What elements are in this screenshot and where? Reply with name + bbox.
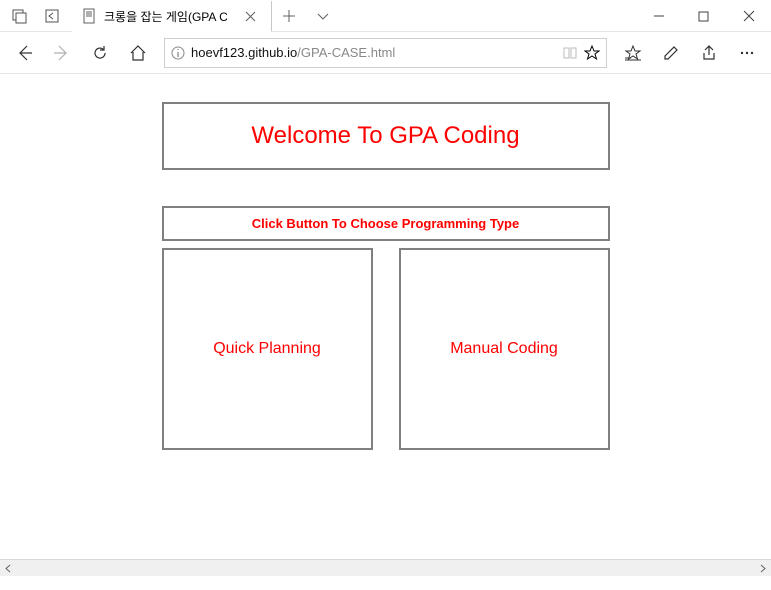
forward-button[interactable]	[44, 35, 80, 71]
page-title: Welcome To GPA Coding	[172, 122, 600, 150]
url-domain: hoevf123.github.io	[191, 45, 297, 60]
address-bar[interactable]: hoevf123.github.io/GPA-CASE.html	[164, 38, 607, 68]
tab-actions	[0, 0, 72, 31]
option-right-label: Manual Coding	[450, 340, 558, 358]
url-text: hoevf123.github.io/GPA-CASE.html	[191, 45, 556, 60]
subtitle-text: Click Button To Choose Programming Type	[252, 216, 519, 231]
share-button[interactable]	[691, 35, 727, 71]
titlebar-drag-area[interactable]	[340, 0, 636, 31]
scroll-right-arrow[interactable]	[754, 560, 771, 576]
maximize-button[interactable]	[681, 0, 726, 32]
notes-button[interactable]	[653, 35, 689, 71]
close-window-button[interactable]	[726, 0, 771, 32]
refresh-button[interactable]	[82, 35, 118, 71]
page-icon	[82, 8, 98, 24]
manual-coding-button[interactable]: Manual Coding	[399, 248, 610, 450]
minimize-button[interactable]	[636, 0, 681, 32]
reading-view-icon[interactable]	[562, 45, 578, 61]
set-aside-tabs-button[interactable]	[36, 0, 68, 32]
favorites-hub-button[interactable]	[615, 35, 651, 71]
favorite-icon[interactable]	[584, 45, 600, 61]
site-info-icon[interactable]	[171, 46, 185, 60]
home-button[interactable]	[120, 35, 156, 71]
tab-title: 크롱을 잡는 게임(GPA C	[104, 8, 239, 25]
title-box: Welcome To GPA Coding	[162, 102, 610, 170]
window-controls	[636, 0, 771, 31]
page-viewport: Welcome To GPA Coding Click Button To Ch…	[0, 74, 771, 576]
back-button[interactable]	[6, 35, 42, 71]
subtitle-box: Click Button To Choose Programming Type	[162, 206, 610, 241]
settings-more-button[interactable]	[729, 35, 765, 71]
browser-toolbar: hoevf123.github.io/GPA-CASE.html	[0, 32, 771, 74]
new-tab-button[interactable]	[272, 0, 306, 31]
tab-preview-toggle[interactable]	[306, 0, 340, 31]
page-content: Welcome To GPA Coding Click Button To Ch…	[0, 74, 771, 480]
option-row: Quick Planning Manual Coding	[162, 248, 610, 450]
horizontal-scrollbar[interactable]	[0, 559, 771, 576]
scroll-left-arrow[interactable]	[0, 560, 17, 576]
browser-tab[interactable]: 크롱을 잡는 게임(GPA C	[72, 1, 272, 32]
close-tab-button[interactable]	[245, 11, 263, 22]
option-left-label: Quick Planning	[213, 340, 321, 358]
url-path: /GPA-CASE.html	[297, 45, 395, 60]
recent-activities-button[interactable]	[4, 0, 36, 32]
window-titlebar: 크롱을 잡는 게임(GPA C	[0, 0, 771, 32]
quick-planning-button[interactable]: Quick Planning	[162, 248, 373, 450]
